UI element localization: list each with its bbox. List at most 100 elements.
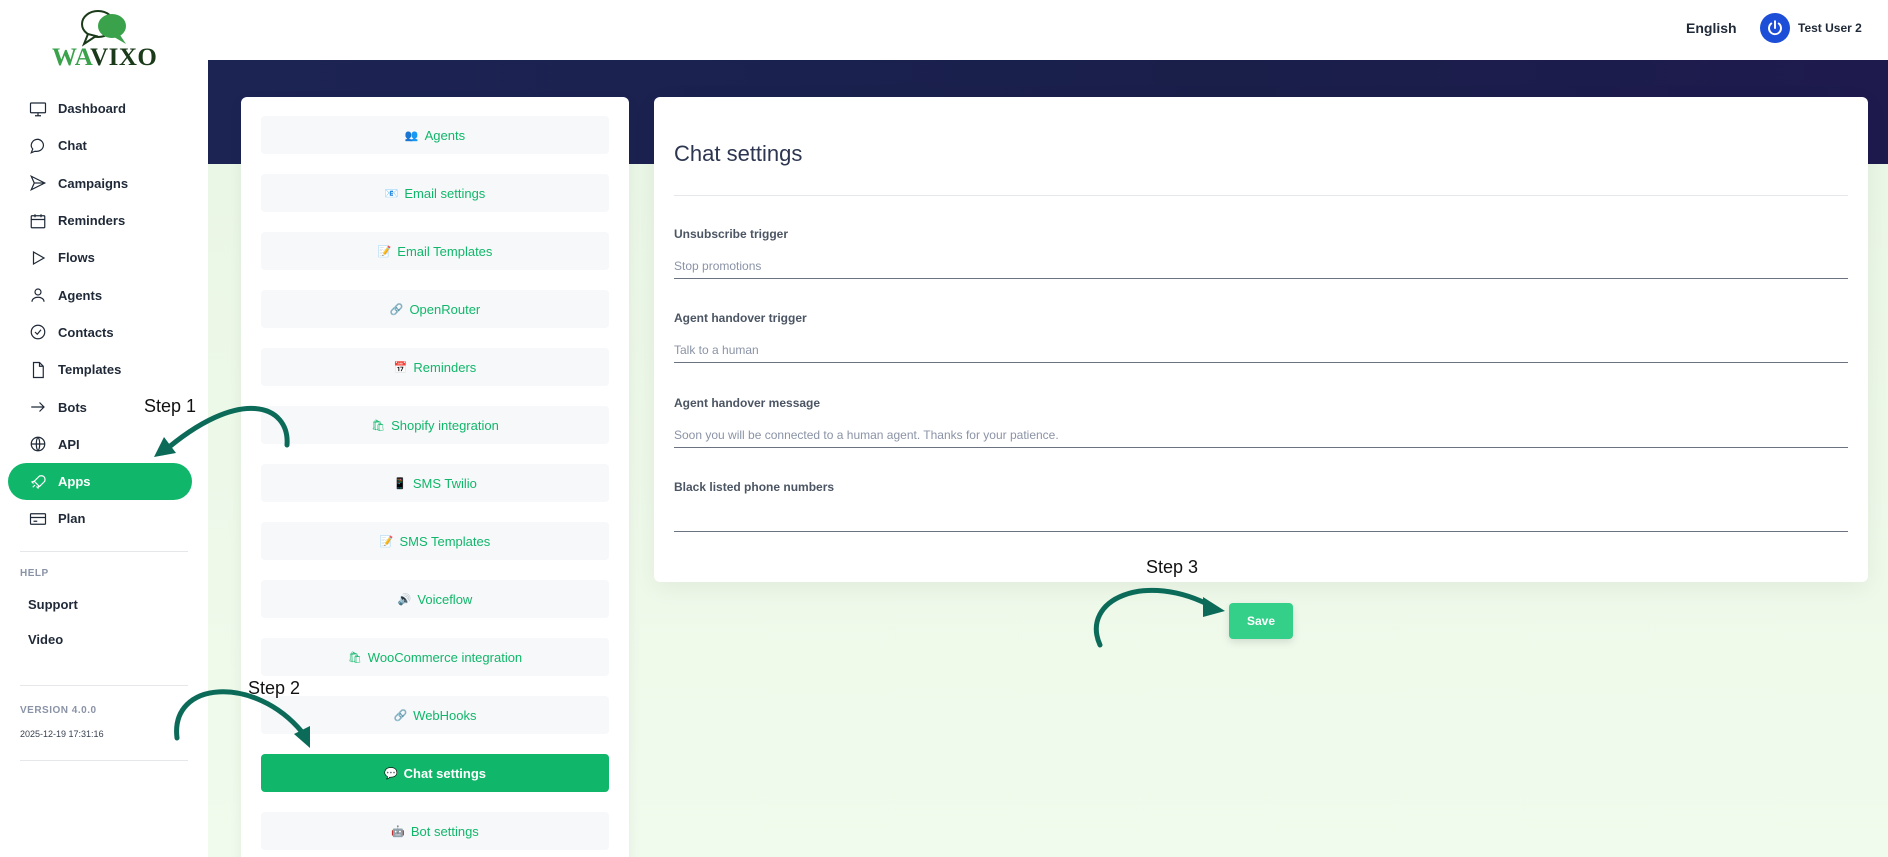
- version-label: VERSION 4.0.0: [20, 705, 97, 716]
- app-item-reminders[interactable]: 📅 Reminders: [261, 348, 609, 386]
- calendar-icon: 📅: [393, 361, 408, 374]
- link-icon: 🔗: [389, 303, 404, 316]
- sidebar-item-label: Contacts: [58, 324, 114, 340]
- sidebar-item-label: API: [58, 436, 80, 452]
- app-item-chat-settings[interactable]: 💬 Chat settings: [261, 754, 609, 792]
- robot-icon: 🤖: [391, 825, 405, 838]
- agent-handover-message-input[interactable]: [674, 422, 1848, 448]
- sidebar-nav: Dashboard Chat Campaigns Reminders Flows…: [8, 90, 192, 538]
- step-2-arrow-icon: [174, 689, 310, 748]
- sidebar-item-agents[interactable]: Agents: [8, 276, 192, 313]
- sidebar-item-contacts[interactable]: Contacts: [8, 314, 192, 351]
- file-icon: [28, 360, 48, 380]
- sidebar-item-label: Agents: [58, 287, 103, 303]
- app-item-label: Agents: [424, 127, 466, 143]
- sidebar-item-plan[interactable]: Plan: [8, 500, 192, 537]
- support-link[interactable]: Support: [28, 597, 78, 612]
- app-item-bot-settings[interactable]: 🤖 Bot settings: [261, 812, 609, 850]
- app-item-label: SMS Templates: [399, 533, 491, 549]
- app-item-label: Chat settings: [403, 765, 487, 781]
- title-divider: [674, 195, 1848, 196]
- app-item-label: Voiceflow: [417, 591, 473, 607]
- sidebar-item-label: Apps: [58, 474, 91, 490]
- sidebar-item-label: Dashboard: [58, 101, 126, 117]
- play-icon: [28, 248, 48, 268]
- speaker-icon: 🔊: [397, 593, 412, 606]
- arrow-right-icon: [28, 397, 48, 417]
- app-item-email-settings[interactable]: 📧 Email settings: [261, 174, 609, 212]
- app-item-label: SMS Twilio: [412, 475, 477, 491]
- unsubscribe-trigger-input[interactable]: [674, 253, 1848, 279]
- step-3-arrow-icon: [1093, 587, 1225, 648]
- monitor-icon: [28, 99, 48, 119]
- wavixo-logo[interactable]: WAVIXO: [52, 8, 162, 71]
- blacklisted-numbers-input[interactable]: [674, 506, 1848, 532]
- build-date: 2025-12-19 17:31:16: [20, 729, 104, 739]
- user-name: Test User 2: [1798, 21, 1862, 35]
- app-item-label: WebHooks: [413, 707, 477, 723]
- agents-icon: 👥: [404, 129, 419, 142]
- sidebar-item-label: Chat: [58, 138, 87, 154]
- user-icon: [28, 285, 48, 305]
- app-item-email-templates[interactable]: 📝 Email Templates: [261, 232, 609, 270]
- sidebar-divider: [20, 760, 188, 761]
- page-title: Chat settings: [674, 141, 803, 166]
- language-selector[interactable]: English: [1686, 20, 1737, 36]
- sidebar-item-label: Campaigns: [58, 175, 129, 191]
- app-item-voiceflow[interactable]: 🔊 Voiceflow: [261, 580, 609, 618]
- sidebar-item-label: Reminders: [58, 213, 126, 229]
- sidebar-divider: [20, 685, 188, 686]
- rocket-icon: [28, 472, 48, 492]
- user-menu[interactable]: Test User 2: [1760, 13, 1862, 43]
- sidebar-item-campaigns[interactable]: Campaigns: [8, 165, 192, 202]
- save-button[interactable]: Save: [1229, 603, 1293, 639]
- sidebar-item-chat[interactable]: Chat: [8, 127, 192, 164]
- sidebar-divider: [20, 551, 188, 552]
- logo-text: WAVIXO: [52, 44, 158, 71]
- sidebar-item-dashboard[interactable]: Dashboard: [8, 90, 192, 127]
- link-icon: 🔗: [393, 709, 408, 722]
- email-icon: 📧: [384, 187, 399, 200]
- app-item-openrouter[interactable]: 🔗 OpenRouter: [261, 290, 609, 328]
- sidebar-item-flows[interactable]: Flows: [8, 239, 192, 276]
- sidebar-item-label: Bots: [58, 399, 87, 415]
- sidebar-item-apps[interactable]: Apps: [8, 462, 192, 501]
- power-icon: [1760, 13, 1790, 43]
- sidebar-item-label: Templates: [58, 362, 122, 378]
- video-link[interactable]: Video: [28, 632, 63, 647]
- sidebar-item-templates[interactable]: Templates: [8, 351, 192, 388]
- chat-bubbles-logo-icon: [81, 10, 126, 47]
- send-icon: [28, 173, 48, 193]
- app-item-label: OpenRouter: [409, 301, 481, 317]
- blacklisted-numbers-label: Black listed phone numbers: [674, 480, 835, 494]
- phone-icon: 📱: [393, 477, 407, 490]
- app-item-sms-twilio[interactable]: 📱 SMS Twilio: [261, 464, 609, 502]
- check-circle-icon: [28, 322, 48, 342]
- shopping-bag-icon: 🛍: [347, 651, 362, 664]
- speech-bubble-icon: 💬: [383, 767, 398, 780]
- sidebar-item-label: Plan: [58, 511, 86, 527]
- step-1-arrow-icon: [154, 405, 290, 457]
- app-item-agents[interactable]: 👥 Agents: [261, 116, 609, 154]
- chat-settings-card: Chat settings Unsubscribe trigger Agent …: [654, 97, 1868, 582]
- agent-handover-trigger-input[interactable]: [674, 337, 1848, 363]
- app-item-label: Email settings: [404, 185, 486, 201]
- app-item-label: Shopify integration: [391, 417, 499, 433]
- app-item-woocommerce-integration[interactable]: 🛍 WooCommerce integration: [261, 638, 609, 676]
- app-item-label: WooCommerce integration: [367, 649, 523, 665]
- agent-handover-trigger-label: Agent handover trigger: [674, 311, 807, 325]
- app-item-shopify-integration[interactable]: 🛍 Shopify integration: [261, 406, 609, 444]
- shopping-bag-icon: 🛍: [371, 419, 386, 432]
- app-item-label: Email Templates: [397, 243, 493, 259]
- memo-icon: 📝: [379, 535, 394, 548]
- app-item-label: Reminders: [413, 359, 477, 375]
- calendar-icon: [28, 211, 48, 231]
- agent-handover-message-label: Agent handover message: [674, 396, 821, 410]
- app-item-label: Bot settings: [410, 823, 479, 839]
- app-item-sms-templates[interactable]: 📝 SMS Templates: [261, 522, 609, 560]
- sidebar-item-label: Flows: [58, 250, 95, 266]
- credit-card-icon: [28, 509, 48, 529]
- sidebar-item-reminders[interactable]: Reminders: [8, 202, 192, 239]
- unsubscribe-trigger-label: Unsubscribe trigger: [674, 227, 789, 241]
- help-section-title: HELP: [20, 568, 49, 579]
